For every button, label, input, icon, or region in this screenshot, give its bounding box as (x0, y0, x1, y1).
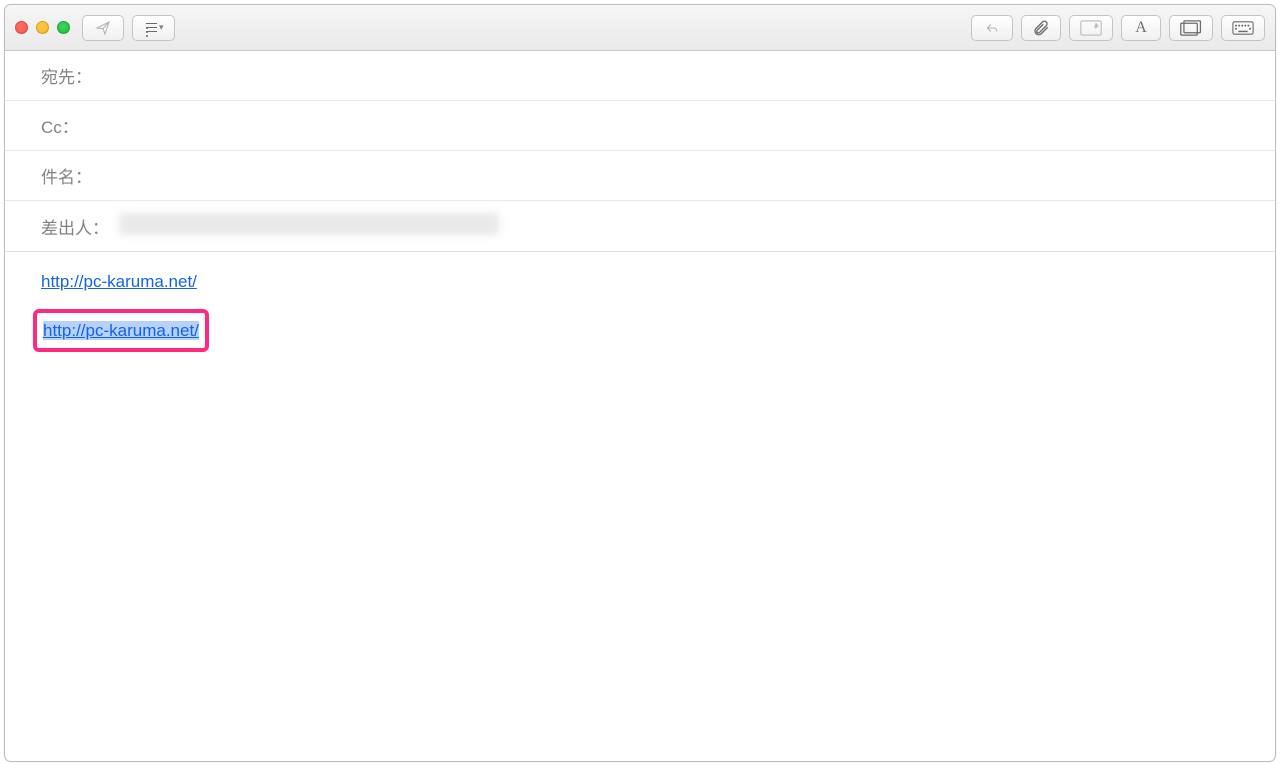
minimize-window-button[interactable] (36, 21, 49, 34)
body-line-1: http://pc-karuma.net/ (41, 268, 1239, 295)
markup-button[interactable] (1069, 15, 1113, 41)
traffic-lights (15, 21, 70, 34)
photo-browser-button[interactable] (1169, 15, 1213, 41)
send-button[interactable] (82, 15, 124, 41)
paperclip-icon (1032, 19, 1050, 37)
from-field[interactable] (115, 213, 1275, 240)
emoji-picker-button[interactable] (1221, 15, 1265, 41)
send-icon (93, 20, 113, 36)
reply-icon (982, 21, 1002, 35)
subject-label: 件名： (41, 163, 92, 188)
from-value-redacted (119, 213, 499, 235)
attach-button[interactable] (1021, 15, 1061, 41)
to-row[interactable]: 宛先： (5, 51, 1275, 101)
list-icon (143, 22, 157, 34)
emoji-keyboard-icon (1232, 21, 1254, 35)
zoom-window-button[interactable] (57, 21, 70, 34)
body-link-2[interactable]: http://pc-karuma.net/ (43, 321, 199, 340)
body-link-1[interactable]: http://pc-karuma.net/ (41, 272, 197, 291)
cc-label: Cc： (41, 113, 79, 138)
cc-row[interactable]: Cc： (5, 101, 1275, 151)
reply-button[interactable] (971, 15, 1013, 41)
markup-icon (1080, 20, 1102, 36)
subject-row[interactable]: 件名： (5, 151, 1275, 201)
format-text-icon: A (1135, 19, 1147, 37)
annotation-highlight-box: http://pc-karuma.net/ (33, 309, 209, 352)
to-label: 宛先： (41, 63, 92, 88)
message-body[interactable]: http://pc-karuma.net/ http://pc-karuma.n… (5, 252, 1275, 761)
header-fields-menu-button[interactable]: ▾ (132, 15, 175, 41)
compose-window: ▾ (4, 4, 1276, 762)
close-window-button[interactable] (15, 21, 28, 34)
photo-stack-icon (1180, 20, 1202, 36)
from-label: 差出人： (41, 214, 109, 239)
titlebar: ▾ (5, 5, 1275, 51)
chevron-down-icon: ▾ (159, 22, 164, 33)
message-headers: 宛先： Cc： 件名： 差出人： (5, 51, 1275, 252)
format-button[interactable]: A (1121, 15, 1161, 41)
from-row[interactable]: 差出人： (5, 201, 1275, 251)
